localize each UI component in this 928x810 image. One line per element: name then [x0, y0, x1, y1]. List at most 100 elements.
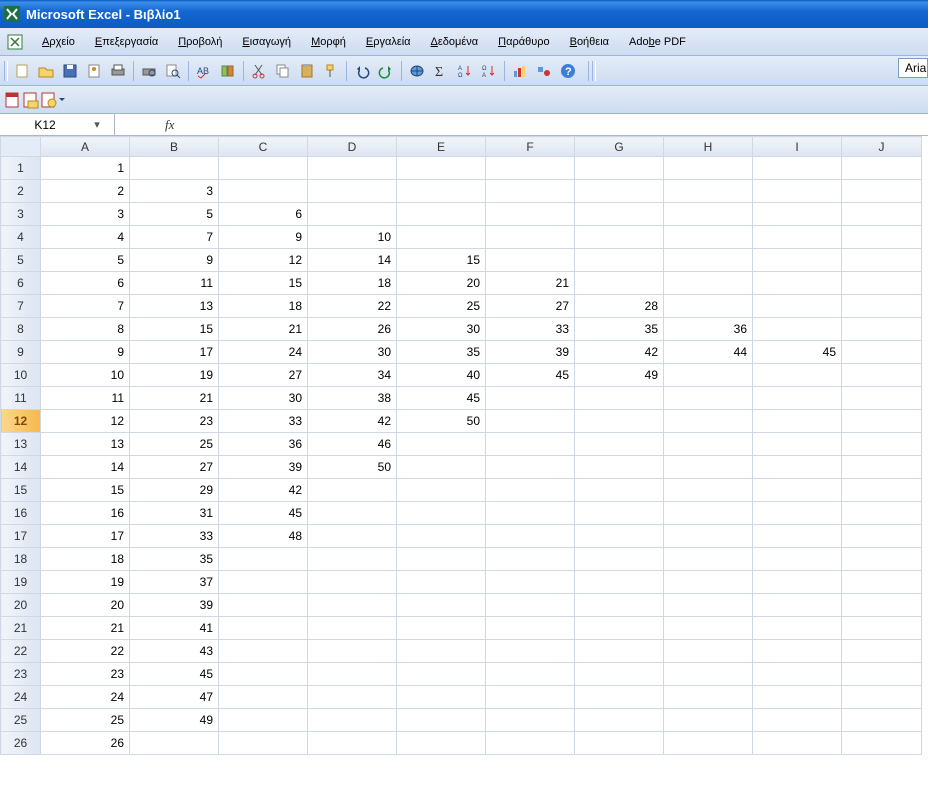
cell[interactable]	[664, 226, 753, 249]
cell[interactable]	[842, 479, 922, 502]
row-header[interactable]: 23	[1, 663, 41, 686]
cell[interactable]	[842, 502, 922, 525]
research-icon[interactable]	[217, 60, 239, 82]
spelling-icon[interactable]: AB	[193, 60, 215, 82]
pdf-convert-icon[interactable]	[4, 91, 22, 109]
cell[interactable]	[575, 502, 664, 525]
cell[interactable]	[664, 180, 753, 203]
cell[interactable]: 23	[130, 410, 219, 433]
cell[interactable]: 21	[130, 387, 219, 410]
cell[interactable]	[842, 364, 922, 387]
cell[interactable]	[486, 410, 575, 433]
name-box[interactable]: ▾	[0, 114, 115, 135]
cell[interactable]	[575, 226, 664, 249]
cell[interactable]: 11	[41, 387, 130, 410]
cell[interactable]	[753, 180, 842, 203]
cell[interactable]	[753, 295, 842, 318]
menu-item[interactable]: Μορφή	[301, 33, 356, 51]
print-icon[interactable]	[107, 60, 129, 82]
row-header[interactable]: 9	[1, 341, 41, 364]
cell[interactable]: 18	[219, 295, 308, 318]
cell[interactable]: 42	[219, 479, 308, 502]
cell[interactable]	[842, 295, 922, 318]
row-header[interactable]: 20	[1, 594, 41, 617]
cell[interactable]	[842, 732, 922, 755]
toolbar-handle[interactable]	[4, 61, 8, 81]
cell[interactable]: 6	[41, 272, 130, 295]
row-header[interactable]: 11	[1, 387, 41, 410]
cell[interactable]	[664, 456, 753, 479]
cell[interactable]: 39	[486, 341, 575, 364]
cell[interactable]: 36	[219, 433, 308, 456]
cell[interactable]: 8	[41, 318, 130, 341]
menu-item[interactable]: Adobe PDF	[619, 33, 696, 51]
cell[interactable]	[486, 502, 575, 525]
cell[interactable]: 20	[41, 594, 130, 617]
font-name-box[interactable]: Aria	[898, 58, 928, 78]
name-box-input[interactable]	[0, 116, 90, 134]
cell[interactable]: 25	[397, 295, 486, 318]
cell[interactable]	[842, 617, 922, 640]
cell[interactable]	[842, 594, 922, 617]
cell[interactable]	[753, 387, 842, 410]
cell[interactable]	[486, 571, 575, 594]
cell[interactable]	[308, 203, 397, 226]
row-header[interactable]: 2	[1, 180, 41, 203]
chart-wizard-icon[interactable]	[509, 60, 531, 82]
cell[interactable]	[575, 686, 664, 709]
cell[interactable]	[308, 180, 397, 203]
sort-asc-icon[interactable]: AΩ	[454, 60, 476, 82]
cell[interactable]: 3	[41, 203, 130, 226]
menu-item[interactable]: Εισαγωγή	[232, 33, 301, 51]
column-header[interactable]: G	[575, 137, 664, 157]
cell[interactable]	[664, 203, 753, 226]
cell[interactable]: 18	[308, 272, 397, 295]
row-header[interactable]: 13	[1, 433, 41, 456]
cell[interactable]: 15	[41, 479, 130, 502]
menu-item[interactable]: Αρχείο	[32, 33, 85, 51]
cell[interactable]: 45	[219, 502, 308, 525]
row-header[interactable]: 18	[1, 548, 41, 571]
cell[interactable]	[397, 732, 486, 755]
select-all-corner[interactable]	[1, 137, 41, 157]
cell[interactable]	[753, 525, 842, 548]
cell[interactable]	[575, 157, 664, 180]
column-header[interactable]: B	[130, 137, 219, 157]
cell[interactable]	[308, 732, 397, 755]
cell[interactable]: 43	[130, 640, 219, 663]
cell[interactable]	[219, 571, 308, 594]
cell[interactable]: 50	[397, 410, 486, 433]
cell[interactable]: 15	[397, 249, 486, 272]
cell[interactable]: 15	[130, 318, 219, 341]
cell[interactable]: 33	[130, 525, 219, 548]
cell[interactable]	[397, 571, 486, 594]
cell[interactable]	[753, 594, 842, 617]
cell[interactable]	[664, 548, 753, 571]
cell[interactable]	[308, 640, 397, 663]
row-header[interactable]: 7	[1, 295, 41, 318]
cell[interactable]	[397, 663, 486, 686]
cell[interactable]	[219, 180, 308, 203]
search-icon[interactable]	[162, 60, 184, 82]
autosum-icon[interactable]: Σ	[430, 60, 452, 82]
cell[interactable]	[397, 594, 486, 617]
fx-label[interactable]: fx	[165, 117, 174, 133]
row-header[interactable]: 14	[1, 456, 41, 479]
row-header[interactable]: 26	[1, 732, 41, 755]
row-header[interactable]: 24	[1, 686, 41, 709]
cell[interactable]	[397, 686, 486, 709]
cell[interactable]: 49	[575, 364, 664, 387]
cell[interactable]	[308, 594, 397, 617]
menu-item[interactable]: Εργαλεία	[356, 33, 421, 51]
cell[interactable]	[753, 571, 842, 594]
column-header[interactable]: J	[842, 137, 922, 157]
cell[interactable]: 36	[664, 318, 753, 341]
cell[interactable]: 27	[219, 364, 308, 387]
cell[interactable]	[486, 594, 575, 617]
cell[interactable]	[575, 433, 664, 456]
new-icon[interactable]	[11, 60, 33, 82]
cell[interactable]	[664, 732, 753, 755]
cell[interactable]	[486, 617, 575, 640]
cell[interactable]	[397, 433, 486, 456]
cell[interactable]: 28	[575, 295, 664, 318]
